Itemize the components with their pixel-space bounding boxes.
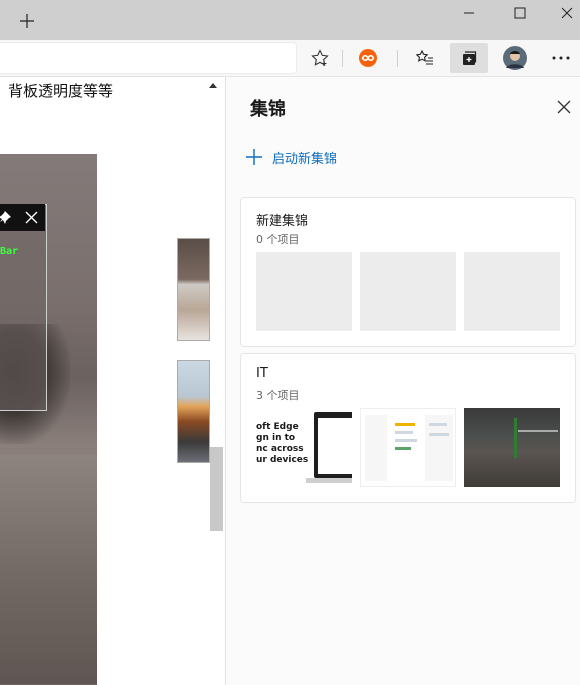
close-icon[interactable]: [544, 0, 580, 26]
collection-card[interactable]: IT 3 个项目 oft Edge gn in to nc across ur …: [240, 353, 576, 503]
thumbnail-text: oft Edge gn in to nc across ur devices: [256, 422, 309, 465]
collections-icon[interactable]: [450, 43, 488, 73]
thumbnail-row: [429, 433, 449, 436]
thumbnail-row: [395, 431, 413, 434]
pane-title: 集锦: [250, 99, 286, 120]
toolbar-separator: [342, 50, 343, 67]
thumbnail-row: [395, 439, 417, 442]
add-tab-icon[interactable]: [10, 6, 44, 36]
screenshot-image: [0, 154, 97, 685]
collection-title: IT: [256, 366, 268, 381]
start-new-collection-button[interactable]: 启动新集锦: [246, 145, 337, 169]
favorites-list-icon[interactable]: [410, 43, 440, 73]
empty-thumbnail: [464, 252, 560, 331]
item-thumbnail[interactable]: oft Edge gn in to nc across ur devices: [256, 408, 352, 487]
empty-thumbnail: [256, 252, 352, 331]
scrollbar-thumb[interactable]: [210, 447, 223, 531]
favorite-star-icon[interactable]: [305, 43, 335, 73]
thumbnail-row: [395, 447, 411, 450]
thumbnail-row: [429, 423, 447, 426]
close-icon: [25, 211, 38, 224]
maximize-icon[interactable]: [497, 0, 543, 26]
address-bar[interactable]: [0, 42, 297, 74]
profile-avatar-icon[interactable]: [500, 43, 530, 73]
more-menu-icon[interactable]: [546, 43, 576, 73]
pin-icon: [0, 211, 11, 224]
plus-icon: [246, 149, 262, 165]
thumbnail-caption-area: [518, 430, 558, 452]
minimize-icon[interactable]: [446, 0, 492, 26]
page-image: [177, 360, 210, 463]
empty-thumbnail: [360, 252, 456, 331]
close-icon[interactable]: [552, 95, 576, 119]
thumbnail-column: [365, 415, 387, 481]
thumbnail-marker: [514, 418, 517, 458]
laptop-base-image: [306, 478, 352, 483]
title-bar: [0, 0, 580, 40]
item-thumbnail[interactable]: [360, 408, 456, 487]
toolbar-separator: [397, 50, 398, 67]
extension-icon[interactable]: [353, 43, 383, 73]
collection-card[interactable]: 新建集锦 0 个项目: [240, 197, 576, 347]
thumbnail-row: [395, 423, 415, 426]
browser-toolbar: [0, 40, 580, 77]
shore-image-area: [0, 454, 97, 684]
overlay-label: Bar: [0, 246, 19, 257]
overlay-toolbar: [0, 204, 45, 231]
page-image: [177, 238, 210, 341]
page-heading: 背板透明度等等: [8, 82, 114, 100]
collection-count: 3 个项目: [256, 389, 300, 402]
web-page: 背板透明度等等 Bar: [0, 77, 225, 685]
item-thumbnail[interactable]: [464, 408, 560, 487]
collection-count: 0 个项目: [256, 233, 300, 246]
laptop-screen-image: [318, 418, 352, 474]
start-new-collection-label: 启动新集锦: [272, 151, 338, 167]
collections-pane: 集锦 启动新集锦 新建集锦 0 个项目 IT 3 个项目 oft Edge gn…: [226, 77, 580, 685]
collection-title: 新建集锦: [256, 214, 309, 229]
scroll-up-arrow-icon[interactable]: [209, 83, 217, 88]
overlay-panel: [0, 204, 47, 411]
